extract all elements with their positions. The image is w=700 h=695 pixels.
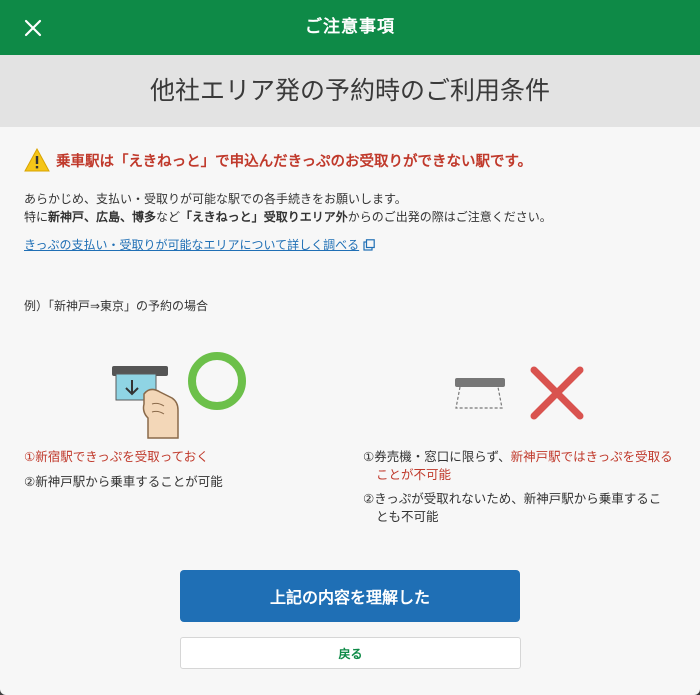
example-label: 例）「新神戸⇒東京」の予約の場合 [24, 299, 209, 313]
description: あらかじめ、支払い・受取りが可能な駅での各手続きをお願いします。 特に新神戸、広… [24, 190, 552, 226]
modal-dialog: ご注意事項 他社エリア発の予約時のご利用条件 乗車駅は「えきねっと」で申込んだき… [0, 0, 700, 695]
dialog-header: ご注意事項 [0, 0, 700, 55]
right-note-1-red-line-1: 新神戸駅ではきっぷを受取る [510, 449, 673, 464]
cross-icon [530, 366, 584, 420]
desc-stations: 新神戸、広島、博多 [48, 210, 157, 224]
right-note-1: ①券売機・窓口に限らず、新神戸駅ではきっぷを受取る ことが不可能 [363, 448, 693, 484]
warning-text: 乗車駅は「えきねっと」で申込んだきっぷのお受取りができない駅です。 [56, 153, 533, 170]
area-info-link-text: きっぷの支払い・受取りが可能なエリアについて詳しく調べる [24, 238, 360, 252]
right-note-1-prefix: ①券売機・窓口に限らず、 [363, 449, 511, 464]
ticket-machine-hand-icon [112, 352, 246, 439]
right-note-2: ②きっぷが受取れないため、新神戸駅から乗車するこ とも不可能 [363, 490, 693, 526]
title-band: 他社エリア発の予約時のご利用条件 [0, 55, 700, 127]
desc-mid: など [156, 210, 181, 224]
right-note-2-line-2: とも不可能 [376, 509, 439, 524]
desc-area: 「えきねっと」受取りエリア外 [180, 210, 348, 224]
ticket-slot-empty-icon [455, 366, 584, 420]
left-note-1: ①新宿駅できっぷを受取っておく [24, 449, 209, 464]
left-note-2: ②新神戸駅から乗車することが可能 [24, 474, 223, 489]
right-note-1-red-line-2: ことが不可能 [376, 467, 452, 482]
description-line-1: あらかじめ、支払い・受取りが可能な駅での各手続きをお願いします。 [24, 192, 407, 206]
desc-prefix: 特に [24, 210, 49, 224]
warning-row: 乗車駅は「えきねっと」で申込んだきっぷのお受取りができない駅です。 [24, 146, 532, 174]
right-note-2-line-1: ②きっぷが受取れないため、新神戸駅から乗車するこ [363, 491, 662, 506]
right-note-1-line-1: ①券売機・窓口に限らず、新神戸駅ではきっぷを受取る [363, 448, 693, 466]
description-line-2: 特に新神戸、広島、博多など「えきねっと」受取りエリア外からのご出発の際はご注意く… [24, 208, 552, 226]
area-info-link[interactable]: きっぷの支払い・受取りが可能なエリアについて詳しく調べる [24, 236, 375, 253]
dialog-title: ご注意事項 [305, 17, 395, 37]
understood-button[interactable]: 上記の内容を理解した [180, 570, 520, 622]
external-link-icon [363, 238, 375, 251]
desc-suffix: からのご出発の際はご注意ください。 [347, 210, 552, 224]
back-button[interactable]: 戻る [180, 637, 521, 669]
page-title: 他社エリア発の予約時のご利用条件 [149, 76, 550, 105]
warning-icon [24, 148, 50, 172]
check-circle-icon [188, 352, 246, 410]
